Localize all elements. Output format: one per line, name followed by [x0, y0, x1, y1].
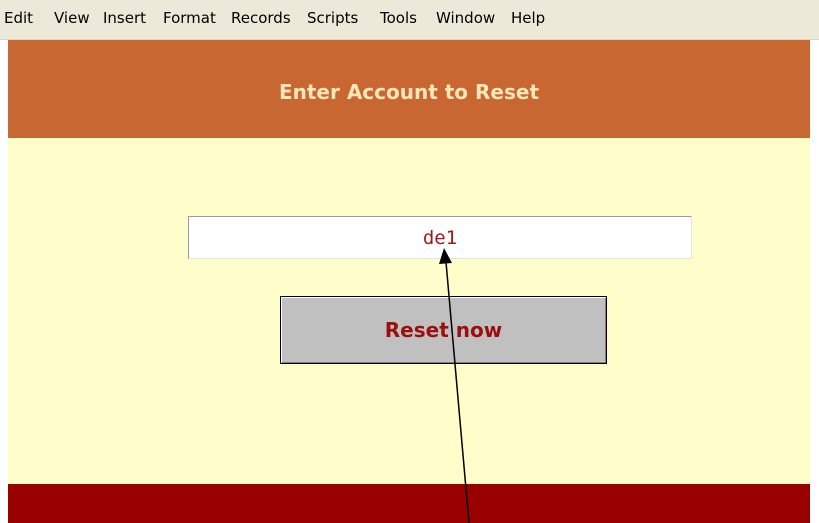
menu-help[interactable]: Help: [511, 9, 545, 27]
reset-now-button[interactable]: Reset now: [280, 296, 607, 364]
menu-insert[interactable]: Insert: [103, 9, 146, 27]
menu-bar: Edit View Insert Format Records Scripts …: [0, 0, 819, 40]
header-band: Enter Account to Reset: [8, 40, 810, 138]
menu-window[interactable]: Window: [436, 9, 495, 27]
menu-records[interactable]: Records: [231, 9, 291, 27]
page-title: Enter Account to Reset: [278, 80, 540, 104]
account-input[interactable]: [188, 216, 692, 259]
menu-edit[interactable]: Edit: [4, 9, 33, 27]
footer-band: [8, 484, 810, 523]
menu-scripts[interactable]: Scripts: [307, 9, 358, 27]
menu-view[interactable]: View: [54, 9, 90, 27]
menu-format[interactable]: Format: [163, 9, 216, 27]
left-margin: [0, 40, 8, 523]
menu-tools[interactable]: Tools: [380, 9, 417, 27]
app-window: Edit View Insert Format Records Scripts …: [0, 0, 819, 523]
right-margin: [810, 40, 819, 523]
